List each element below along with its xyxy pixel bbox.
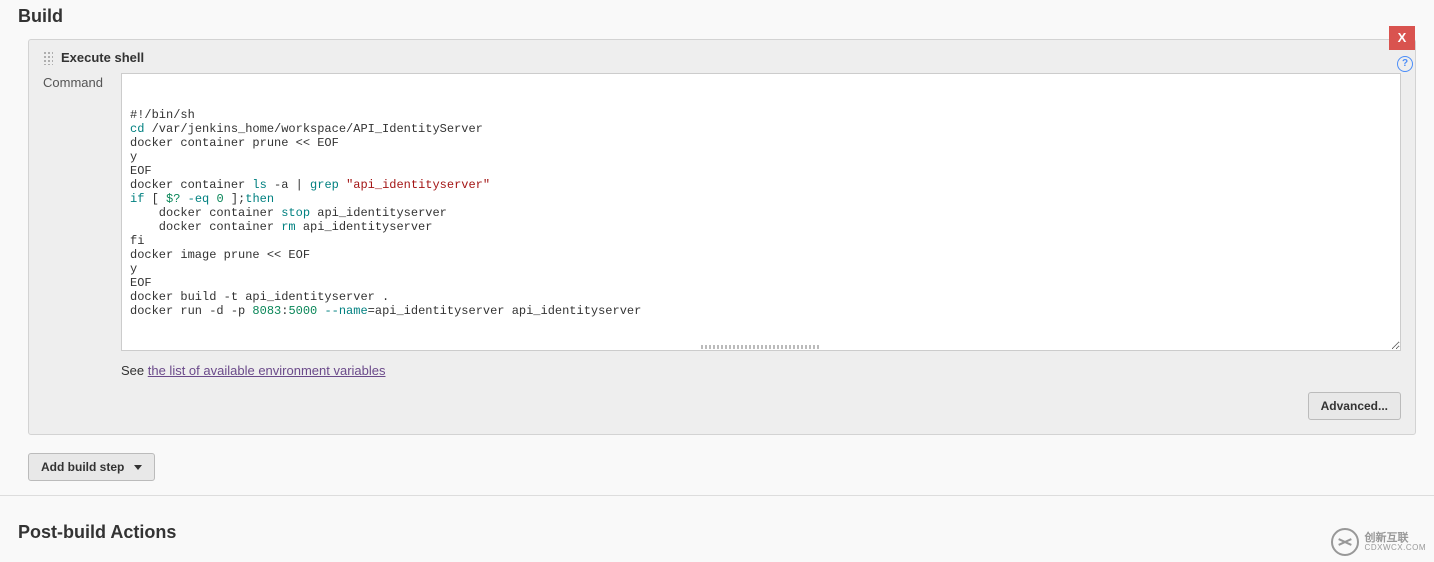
chevron-down-icon <box>134 465 142 470</box>
command-line: if [ $? -eq 0 ];then <box>130 192 1392 206</box>
command-line: docker container prune << EOF <box>130 136 1392 150</box>
command-line: #!/bin/sh <box>130 108 1392 122</box>
advanced-button[interactable]: Advanced... <box>1308 392 1401 420</box>
build-step-execute-shell: X ? Execute shell Command #!/bin/shcd /v… <box>28 39 1416 435</box>
watermark-logo-icon <box>1331 528 1359 556</box>
command-line: docker run -d -p 8083:5000 --name=api_id… <box>130 304 1392 318</box>
command-line: docker container rm api_identityserver <box>130 220 1392 234</box>
build-step-type-label: Execute shell <box>61 50 144 65</box>
command-line: y <box>130 262 1392 276</box>
command-field-label: Command <box>43 73 121 90</box>
watermark: 创新互联 CDXWCX.COM <box>1331 528 1426 556</box>
command-line: fi <box>130 234 1392 248</box>
drag-handle-icon[interactable] <box>43 51 53 65</box>
command-line: docker container stop api_identityserver <box>130 206 1392 220</box>
command-line: docker build -t api_identityserver . <box>130 290 1392 304</box>
resize-grip-icon[interactable] <box>701 345 821 349</box>
command-line: EOF <box>130 164 1392 178</box>
command-textarea[interactable]: #!/bin/shcd /var/jenkins_home/workspace/… <box>121 73 1401 351</box>
build-section-title: Build <box>18 6 1434 27</box>
post-build-section-title: Post-build Actions <box>18 522 1434 543</box>
command-line: docker image prune << EOF <box>130 248 1392 262</box>
section-divider <box>0 495 1434 496</box>
command-line: EOF <box>130 276 1392 290</box>
command-line: docker container ls -a | grep "api_ident… <box>130 178 1392 192</box>
env-vars-link[interactable]: the list of available environment variab… <box>148 363 386 378</box>
env-help-text: See the list of available environment va… <box>121 363 1401 378</box>
command-line: y <box>130 150 1392 164</box>
add-build-step-button[interactable]: Add build step <box>28 453 155 481</box>
command-line: cd /var/jenkins_home/workspace/API_Ident… <box>130 122 1392 136</box>
